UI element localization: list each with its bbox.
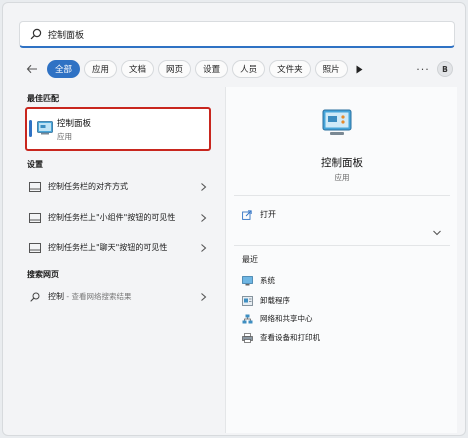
section-search-web: 搜索网页 <box>27 270 59 279</box>
taskbar-icon <box>29 243 41 253</box>
list-item-label: 控制任务栏上"聊天"按钮的可见性 <box>48 243 168 252</box>
settings-result-chat-button[interactable]: 控制任务栏上"聊天"按钮的可见性 <box>25 236 213 260</box>
tab-apps[interactable]: 应用 <box>84 60 118 78</box>
detail-title: 控制面板 <box>321 157 363 169</box>
best-match-name: 控制面板 <box>57 119 92 129</box>
detail-panel: 控制面板 应用 打开 最近 系统 卸载程序 网络和共享中心 查看设备和打印机 <box>225 87 457 433</box>
arrow-left-icon <box>26 64 37 74</box>
avatar[interactable]: B <box>437 61 453 77</box>
tab-folders[interactable]: 文件夹 <box>269 60 311 78</box>
tab-web[interactable]: 网页 <box>158 60 192 78</box>
chevron-right-icon <box>201 244 207 252</box>
settings-result-taskbar-alignment[interactable]: 控制任务栏的对齐方式 <box>25 175 213 199</box>
recent-item-devices-printers[interactable]: 查看设备和打印机 <box>242 332 320 343</box>
selection-indicator <box>29 120 32 137</box>
chevron-right-icon <box>201 183 207 191</box>
recent-section-title: 最近 <box>242 255 258 264</box>
more-options-button[interactable]: ··· <box>415 60 431 78</box>
recent-item-network[interactable]: 网络和共享中心 <box>242 313 313 324</box>
list-item-label: 控制任务栏的对齐方式 <box>48 182 128 191</box>
recent-item-label: 查看设备和打印机 <box>260 333 320 342</box>
divider <box>234 245 450 246</box>
section-best-match: 最佳匹配 <box>27 94 59 103</box>
web-search-hint: - 查看网络搜索结果 <box>64 292 132 301</box>
control-panel-icon <box>322 109 352 135</box>
taskbar-icon <box>29 182 41 192</box>
tab-documents[interactable]: 文档 <box>121 60 155 78</box>
web-search-result[interactable]: 控制 - 查看网络搜索结果 <box>25 285 213 309</box>
chevron-right-icon <box>201 293 207 301</box>
tab-people[interactable]: 人员 <box>232 60 266 78</box>
back-button[interactable] <box>23 60 41 78</box>
search-input[interactable] <box>48 29 428 39</box>
chevron-down-icon[interactable] <box>432 229 442 237</box>
search-icon <box>30 292 40 302</box>
recent-item-label: 网络和共享中心 <box>260 314 313 323</box>
taskbar-icon <box>29 213 41 223</box>
divider <box>234 195 450 196</box>
detail-subtitle: 应用 <box>334 173 350 182</box>
monitor-icon <box>242 275 253 285</box>
list-item-label: 控制任务栏上"小组件"按钮的可见性 <box>48 213 176 222</box>
open-label: 打开 <box>260 210 276 219</box>
best-match-result[interactable]: 控制面板 应用 <box>25 107 211 151</box>
programs-icon <box>242 295 253 306</box>
open-button[interactable]: 打开 <box>242 209 276 220</box>
open-external-icon <box>242 209 252 220</box>
printer-icon <box>242 332 253 343</box>
scroll-tabs-button[interactable] <box>354 60 366 78</box>
settings-result-widgets-button[interactable]: 控制任务栏上"小组件"按钮的可见性 <box>25 205 213 231</box>
filter-bar: 全部 应用 文档 网页 设置 人员 文件夹 照片 ··· B <box>23 59 459 79</box>
start-search-window: 全部 应用 文档 网页 设置 人员 文件夹 照片 ··· B 最佳匹配 控制面板… <box>2 2 466 436</box>
control-panel-icon <box>37 121 53 135</box>
section-settings: 设置 <box>27 160 43 169</box>
tab-all[interactable]: 全部 <box>47 60 81 78</box>
search-icon <box>30 28 42 40</box>
best-match-type: 应用 <box>57 132 72 141</box>
play-icon <box>356 65 363 73</box>
network-icon <box>242 314 253 323</box>
recent-item-uninstall[interactable]: 卸载程序 <box>242 295 290 306</box>
search-box[interactable] <box>19 21 455 48</box>
recent-item-label: 卸载程序 <box>260 296 290 305</box>
recent-item-label: 系统 <box>260 276 275 285</box>
tab-photos[interactable]: 照片 <box>314 60 348 78</box>
chevron-right-icon <box>201 214 207 222</box>
web-search-query: 控制 <box>48 292 64 301</box>
recent-item-system[interactable]: 系统 <box>242 275 275 286</box>
tab-settings[interactable]: 设置 <box>195 60 229 78</box>
scrollbar[interactable] <box>465 109 466 409</box>
